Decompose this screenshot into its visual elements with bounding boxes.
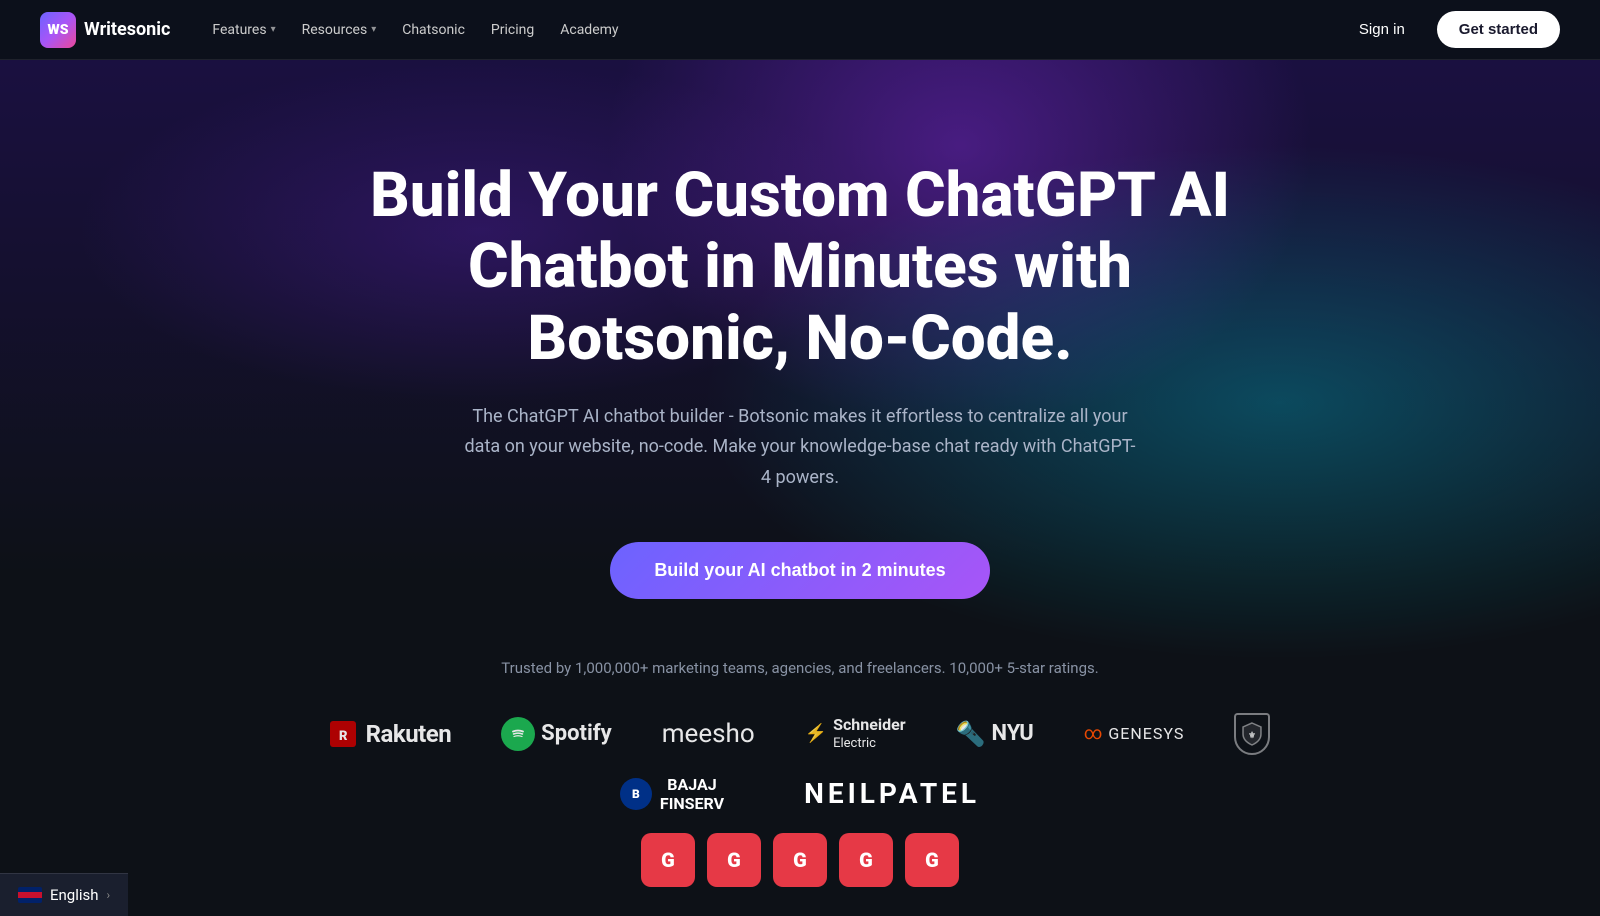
logo[interactable]: WS Writesonic (40, 12, 170, 48)
language-label: English (50, 886, 99, 904)
nav-academy[interactable]: Academy (550, 16, 628, 44)
sign-in-button[interactable]: Sign in (1343, 13, 1421, 46)
bajaj-text: BAJAJ FINSERV (660, 775, 724, 813)
neilpatel-logo: NEILPATEL (804, 777, 980, 810)
rakuten-text: Rakuten (366, 720, 452, 748)
ratings-row: G G G G G (60, 833, 1540, 897)
genesys-text: GENESYS (1108, 724, 1184, 743)
hero-title: Build Your Custom ChatGPT AI Chatbot in … (350, 160, 1250, 374)
schneider-bolt-icon: ⚡ (805, 722, 827, 745)
rating-badge-4: G (839, 833, 893, 887)
bajaj-icon: B (620, 778, 652, 810)
spotify-text: Spotify (541, 721, 612, 746)
chevron-right-icon: › (107, 888, 111, 902)
genesys-logo: ∞ GENESYS (1084, 723, 1185, 744)
meesho-logo: meesho (662, 719, 755, 749)
svg-text:R: R (339, 729, 348, 744)
nav-right: Sign in Get started (1343, 11, 1560, 48)
genesys-icon: ∞ (1084, 723, 1103, 744)
nav-left: WS Writesonic Features ▾ Resources ▾ Cha… (40, 12, 629, 48)
shield-icon: ⚜ (1234, 713, 1270, 755)
logo-abbr: WS (48, 22, 69, 38)
bajaj-logo: B BAJAJ FINSERV (620, 775, 724, 813)
navbar: WS Writesonic Features ▾ Resources ▾ Cha… (0, 0, 1600, 60)
get-started-button[interactable]: Get started (1437, 11, 1560, 48)
nyu-text: NYU (992, 721, 1034, 746)
language-switcher[interactable]: English › (0, 873, 128, 916)
neilpatel-text: NEILPATEL (804, 777, 980, 810)
schneider-logo: ⚡ Schneider Electric (805, 715, 906, 753)
spotify-logo: Spotify (501, 717, 612, 751)
uk-flag-icon (18, 887, 42, 903)
rakuten-logo: R Rakuten (330, 720, 452, 748)
logo-icon: WS (40, 12, 76, 48)
nav-pricing[interactable]: Pricing (481, 16, 544, 44)
hero-content: Build Your Custom ChatGPT AI Chatbot in … (350, 60, 1250, 599)
nav-links: Features ▾ Resources ▾ Chatsonic Pricing… (202, 16, 628, 44)
logos-row-1: R Rakuten Spotify meesho (60, 713, 1540, 755)
nyu-logo: 🔦 NYU (956, 720, 1034, 748)
nav-features[interactable]: Features ▾ (202, 16, 285, 44)
chevron-down-icon: ▾ (271, 24, 276, 35)
meesho-text: meesho (662, 719, 755, 749)
trusted-section: Trusted by 1,000,000+ marketing teams, a… (0, 659, 1600, 897)
logos-row-2: B BAJAJ FINSERV NEILPATEL (60, 775, 1540, 813)
rating-badge-3: G (773, 833, 827, 887)
rating-badge-5: G (905, 833, 959, 887)
rating-badge-1: G (641, 833, 695, 887)
cta-button[interactable]: Build your AI chatbot in 2 minutes (610, 542, 989, 599)
svg-text:⚜: ⚜ (1248, 731, 1256, 741)
chevron-down-icon: ▾ (371, 24, 376, 35)
hero-subtitle: The ChatGPT AI chatbot builder - Botsoni… (460, 402, 1140, 494)
spotify-icon (501, 717, 535, 751)
nyu-torch-icon: 🔦 (956, 720, 986, 748)
logo-text: Writesonic (84, 19, 170, 40)
nav-resources[interactable]: Resources ▾ (292, 16, 387, 44)
rating-badge-2: G (707, 833, 761, 887)
nav-chatsonic[interactable]: Chatsonic (392, 16, 475, 44)
shield-badge: ⚜ (1234, 713, 1270, 755)
hero-section: Build Your Custom ChatGPT AI Chatbot in … (0, 60, 1600, 916)
trusted-text: Trusted by 1,000,000+ marketing teams, a… (60, 659, 1540, 677)
schneider-text: Schneider Electric (833, 715, 906, 753)
